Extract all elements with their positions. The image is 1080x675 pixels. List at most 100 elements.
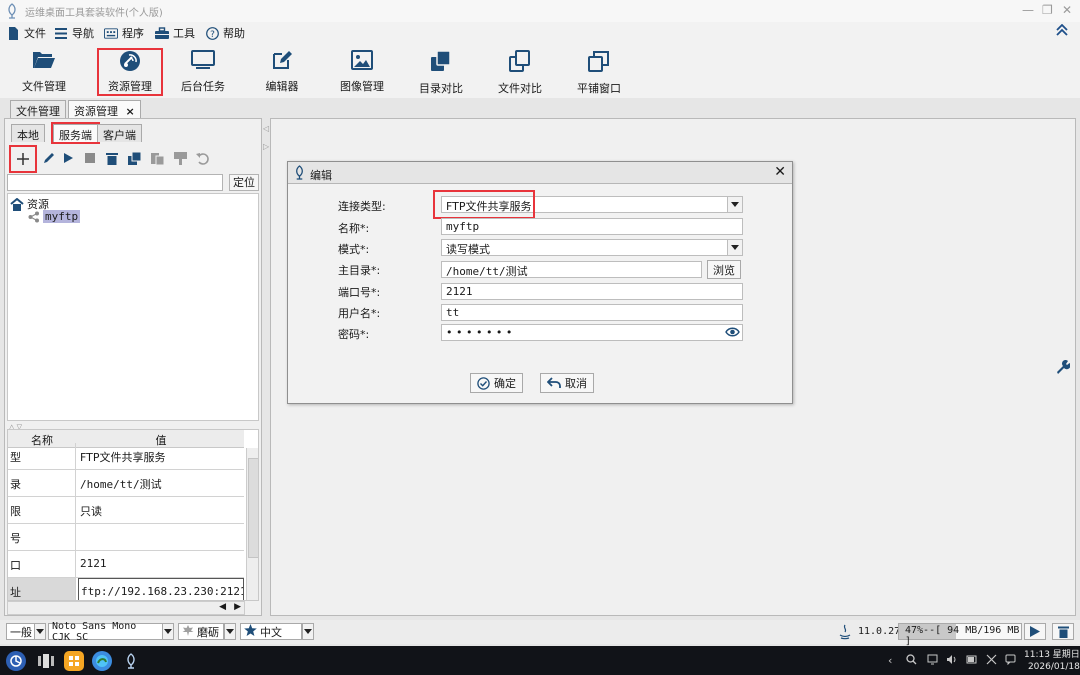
browser-icon[interactable]	[92, 651, 112, 671]
chevron-down-icon[interactable]	[302, 623, 314, 640]
mode-value: 读写模式	[446, 243, 490, 256]
menu-file[interactable]: 文件	[6, 25, 46, 41]
vertical-scrollbar[interactable]	[246, 448, 258, 600]
username-field[interactable]: tt	[441, 304, 743, 321]
tab-file-manager-label: 文件管理	[16, 105, 60, 118]
memory-usage-bar[interactable]: 47%--[ 94 MB/196 MB ]	[898, 623, 1022, 647]
clock[interactable]: 11:13 星期日 2026/01/18	[1024, 649, 1080, 673]
theme-select[interactable]: 磨砺	[178, 623, 224, 640]
close-button[interactable]: ✕	[1062, 3, 1072, 17]
scroll-right-icon[interactable]: ▶	[234, 602, 241, 612]
name-field[interactable]: myftp	[441, 218, 743, 235]
menu-help[interactable]: ? 帮助	[205, 25, 245, 41]
tool-tile-windows[interactable]: 平铺窗口	[561, 46, 637, 96]
property-value[interactable]: ftp://192.168.23.230:2121/	[78, 578, 244, 600]
launcher-icon[interactable]	[6, 651, 26, 671]
collapse-handle[interactable]: ◁ ▷	[263, 124, 269, 151]
tool-editor[interactable]: 编辑器	[244, 46, 320, 96]
log-level-select[interactable]: 一般	[6, 623, 36, 640]
menu-navigate[interactable]: 导航	[54, 25, 94, 41]
collapse-toolbar-icon[interactable]	[1056, 23, 1068, 40]
locate-button[interactable]: 定位	[229, 174, 259, 191]
tool-resource-manager[interactable]: 资源管理	[97, 48, 163, 96]
table-row[interactable]: 口 2121	[8, 551, 244, 578]
add-button[interactable]	[9, 145, 37, 173]
table-row[interactable]: 型 FTP文件共享服务	[8, 443, 244, 470]
property-value: FTP文件共享服务	[80, 451, 166, 464]
browse-button[interactable]: 浏览	[707, 260, 741, 279]
password-field[interactable]: • • • • • • •	[441, 324, 743, 341]
copy-button[interactable]	[126, 149, 144, 167]
file-manager-app-icon[interactable]	[64, 651, 84, 671]
edit-button[interactable]	[40, 149, 58, 167]
tree-item-myftp[interactable]: myftp	[28, 210, 81, 223]
screenshot-icon[interactable]	[927, 654, 938, 668]
language-value: 中文	[260, 625, 282, 639]
tab-server[interactable]: 服务端	[51, 122, 100, 144]
ops-tool-app-icon[interactable]	[121, 651, 141, 671]
font-select[interactable]: Noto Sans Mono CJK SC	[48, 621, 164, 643]
tool-file-compare[interactable]: 文件对比	[482, 46, 558, 96]
tab-close-icon[interactable]: ×	[126, 105, 135, 118]
network-off-icon[interactable]	[986, 654, 997, 668]
port-field[interactable]: 2121	[441, 283, 743, 300]
restore-button[interactable]: ❐	[1042, 3, 1053, 17]
ok-button[interactable]: 确定	[470, 373, 523, 393]
tool-background-tasks[interactable]: 后台任务	[165, 46, 241, 96]
svg-text:?: ?	[210, 30, 215, 40]
toolbox-icon	[155, 26, 169, 40]
horizontal-scrollbar[interactable]: ◀ ▶	[7, 601, 245, 615]
chevron-down-icon[interactable]	[224, 623, 236, 640]
tool-file-manager[interactable]: 文件管理	[6, 46, 82, 96]
edit-icon	[273, 51, 292, 69]
root-dir-field[interactable]: /home/tt/测试	[441, 261, 702, 278]
table-row[interactable]: 号	[8, 524, 244, 551]
gc-run-button[interactable]	[1024, 623, 1046, 640]
name-label: 名称*:	[338, 222, 370, 235]
table-row[interactable]: 址 ftp://192.168.23.230:2121/	[8, 578, 244, 600]
notification-icon[interactable]	[1005, 654, 1016, 668]
tile-windows-icon	[588, 51, 609, 72]
chevron-left-icon[interactable]: ‹	[888, 654, 892, 667]
start-button[interactable]	[59, 149, 77, 167]
import-button[interactable]	[171, 149, 189, 167]
search-input[interactable]	[7, 174, 223, 191]
menu-tools[interactable]: 工具	[155, 25, 195, 41]
status-bar: 一般 Noto Sans Mono CJK SC 磨砺 中文 11.0.27 4…	[0, 620, 1080, 647]
connection-type-label: 连接类型:	[338, 200, 386, 213]
minimize-button[interactable]: —	[1022, 3, 1034, 17]
multitask-icon[interactable]	[36, 651, 56, 671]
clear-button[interactable]	[1052, 623, 1074, 640]
wrench-icon[interactable]	[1056, 359, 1071, 377]
chevron-down-icon[interactable]	[34, 623, 46, 640]
dialog-close-button[interactable]: ✕	[774, 164, 786, 180]
menu-program[interactable]: 程序	[104, 25, 144, 41]
battery-icon[interactable]	[966, 654, 977, 668]
chevron-down-icon[interactable]	[727, 240, 742, 255]
stop-button[interactable]	[81, 149, 99, 167]
stamp-icon	[173, 151, 187, 165]
paste-button[interactable]	[149, 149, 167, 167]
tab-file-manager[interactable]: 文件管理	[10, 100, 66, 118]
mode-select[interactable]: 读写模式	[441, 239, 743, 256]
show-password-icon[interactable]	[725, 326, 740, 340]
undo-button[interactable]	[193, 149, 211, 167]
scroll-thumb[interactable]	[248, 458, 258, 558]
chevron-down-icon[interactable]	[727, 197, 742, 212]
tool-folder-compare[interactable]: 目录对比	[403, 46, 479, 96]
volume-icon[interactable]	[946, 654, 957, 668]
chevron-down-icon[interactable]	[162, 623, 174, 640]
language-select[interactable]: 中文	[240, 623, 302, 640]
tab-resource-manager[interactable]: 资源管理 ×	[68, 100, 141, 118]
tab-local[interactable]: 本地	[11, 124, 45, 142]
scroll-left-icon[interactable]: ◀	[219, 602, 226, 612]
tool-folder-compare-label: 目录对比	[419, 82, 463, 95]
tool-image-manager[interactable]: 图像管理	[324, 46, 400, 96]
table-row[interactable]: 录 /home/tt/测试	[8, 470, 244, 497]
table-row[interactable]: 限 只读	[8, 497, 244, 524]
delete-button[interactable]	[103, 149, 121, 167]
tab-client[interactable]: 客户端	[97, 124, 142, 142]
cancel-button[interactable]: 取消	[540, 373, 594, 393]
clock-time: 11:13 星期日	[1024, 650, 1080, 660]
search-icon[interactable]	[906, 654, 917, 668]
